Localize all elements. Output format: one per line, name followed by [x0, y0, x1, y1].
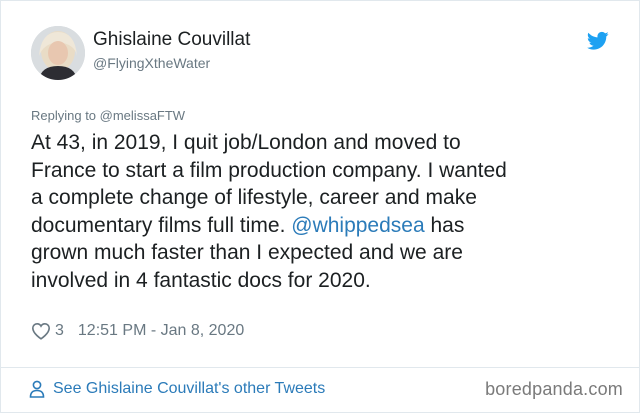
replying-handle[interactable]: @melissaFTW	[100, 108, 185, 123]
tweet-line: involved in 4 fantastic docs for 2020.	[31, 268, 371, 292]
person-icon	[29, 380, 45, 398]
watermark: boredpanda.com	[485, 379, 623, 399]
tweet-line: a complete change of lifestyle, career a…	[31, 186, 477, 209]
tweet-line: documentary films full time.	[31, 213, 292, 237]
other-tweets-link[interactable]: See Ghislaine Couvillat's other Tweets	[29, 380, 325, 398]
replying-prefix: Replying to	[31, 108, 100, 123]
tweet-line: grown much faster than I expected and we…	[31, 241, 463, 264]
twitter-bird-icon[interactable]	[587, 31, 609, 51]
author-name[interactable]: Ghislaine Couvillat	[93, 28, 250, 52]
avatar[interactable]	[31, 26, 85, 80]
other-tweets-label[interactable]: See Ghislaine Couvillat's other Tweets	[53, 380, 325, 398]
heart-icon[interactable]	[31, 322, 51, 340]
timestamp[interactable]: 12:51 PM - Jan 8, 2020	[78, 322, 244, 340]
replying-to: Replying to @melissaFTW	[31, 108, 185, 123]
tweet-card: Ghislaine Couvillat @FlyingXtheWater Rep…	[0, 0, 640, 413]
author-handle[interactable]: @FlyingXtheWater	[93, 54, 250, 72]
mention-link[interactable]: @whippedsea	[291, 214, 424, 237]
tweet-meta: 3 12:51 PM - Jan 8, 2020	[31, 319, 244, 343]
tweet-line: has	[424, 213, 465, 237]
tweet-header: Ghislaine Couvillat @FlyingXtheWater	[23, 23, 619, 83]
divider	[1, 367, 640, 368]
like-count: 3	[55, 322, 64, 339]
avatar-image	[31, 26, 85, 80]
author-block: Ghislaine Couvillat @FlyingXtheWater	[93, 28, 250, 72]
tweet-line: France to start a film production compan…	[31, 158, 507, 182]
tweet-text: At 43, in 2019, I quit job/London and mo…	[31, 129, 621, 294]
tweet-line: At 43, in 2019, I quit job/London and mo…	[31, 131, 461, 154]
